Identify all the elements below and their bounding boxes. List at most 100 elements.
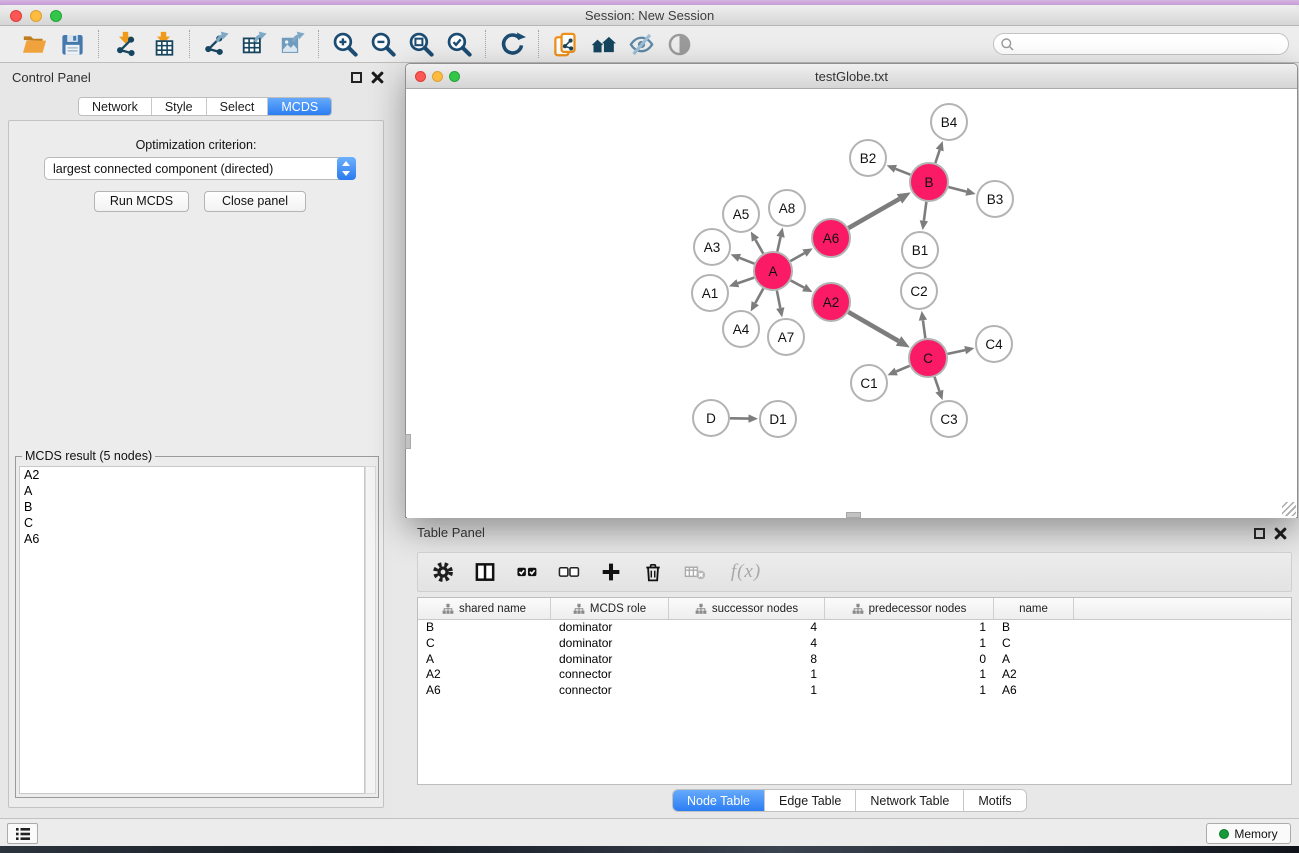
graph-edge-A6-B[interactable] [848,192,910,228]
zoom-fit-button[interactable] [402,28,440,60]
graph-node-D[interactable]: D [693,400,729,436]
export-network-button[interactable] [197,28,235,60]
show-graphics-details-button[interactable] [660,28,698,60]
column-header-name[interactable]: name [994,598,1074,619]
import-table-button[interactable] [144,28,182,60]
deselect-all-columns-button[interactable] [556,559,582,585]
table-cell[interactable]: C [994,636,1074,652]
table-row-A2[interactable]: A2connector11A2 [418,667,1291,683]
graph-node-B[interactable]: B [910,163,948,201]
network-horizontal-scrollbar[interactable] [846,512,861,518]
table-row-B[interactable]: Bdominator41B [418,620,1291,636]
tab-edge-table[interactable]: Edge Table [765,790,856,811]
graph-edge-A-A1[interactable] [729,278,754,288]
graph-node-A7[interactable]: A7 [768,319,804,355]
column-header-predecessor-nodes[interactable]: predecessor nodes [825,598,994,619]
table-cell[interactable]: connector [551,667,669,683]
table-cell[interactable]: connector [551,683,669,699]
memory-button[interactable]: Memory [1206,823,1291,844]
graph-edge-C-C4[interactable] [948,346,975,354]
result-list-item[interactable]: A2 [20,467,364,483]
table-cell[interactable]: A [994,652,1074,668]
graph-node-B1[interactable]: B1 [902,232,938,268]
result-list-item[interactable]: A6 [20,531,364,547]
close-panel-icon[interactable] [371,71,384,84]
copy-network-button[interactable] [546,28,584,60]
open-session-folder-button[interactable] [15,28,53,60]
graph-edge-A-A5[interactable] [751,231,763,253]
graph-node-B3[interactable]: B3 [977,181,1013,217]
table-cell[interactable]: 1 [825,667,994,683]
column-header-MCDS-role[interactable]: MCDS role [551,598,669,619]
graph-node-A[interactable]: A [754,252,792,290]
table-cell[interactable]: 4 [669,620,825,636]
graph-edge-A-A3[interactable] [731,254,755,264]
save-session-button[interactable] [53,28,91,60]
window-resize-grip[interactable] [1282,502,1296,516]
result-list-item[interactable]: A [20,483,364,499]
table-row-A[interactable]: Adominator80A [418,652,1291,668]
graph-node-A1[interactable]: A1 [692,275,728,311]
column-header-successor-nodes[interactable]: successor nodes [669,598,825,619]
result-list-item[interactable]: C [20,515,364,531]
graph-node-C2[interactable]: C2 [901,273,937,309]
task-history-button[interactable] [7,823,38,844]
graph-edge-B-B3[interactable] [948,187,975,196]
show-all-networks-button[interactable] [584,28,622,60]
column-layout-button[interactable] [472,559,498,585]
graph-node-C3[interactable]: C3 [931,401,967,437]
graph-node-A6[interactable]: A6 [812,219,850,257]
table-cell[interactable]: 1 [669,683,825,699]
table-cell[interactable]: 0 [825,652,994,668]
export-image-button[interactable] [273,28,311,60]
hide-graphics-details-button[interactable] [622,28,660,60]
graph-node-B4[interactable]: B4 [931,104,967,140]
select-all-columns-button[interactable] [514,559,540,585]
tab-network[interactable]: Network [79,98,152,115]
zoom-in-button[interactable] [326,28,364,60]
graph-node-C[interactable]: C [909,339,947,377]
graph-node-D1[interactable]: D1 [760,401,796,437]
criterion-dropdown[interactable]: largest connected component (directed) [44,157,356,180]
table-cell[interactable]: 1 [825,620,994,636]
graph-edge-A-A2[interactable] [791,280,813,292]
search-field[interactable] [993,33,1289,55]
graph-edge-B-B1[interactable] [920,202,928,230]
table-cell[interactable]: A6 [418,683,551,699]
table-cell[interactable]: B [994,620,1074,636]
graph-node-C1[interactable]: C1 [851,365,887,401]
tab-motifs[interactable]: Motifs [964,790,1025,811]
table-cell[interactable]: 1 [825,636,994,652]
table-cell[interactable]: C [418,636,551,652]
delete-column-button[interactable] [640,559,666,585]
result-list-scrollbar[interactable] [365,466,376,794]
graph-edge-C-C1[interactable] [887,366,909,376]
table-cell[interactable]: A2 [994,667,1074,683]
graph-edge-B-B2[interactable] [887,165,911,175]
table-cell[interactable]: dominator [551,620,669,636]
network-vertical-scrollbar[interactable] [405,434,411,449]
table-cell[interactable]: dominator [551,636,669,652]
table-cell[interactable]: A [418,652,551,668]
table-settings-gear-button[interactable] [430,559,456,585]
graph-edge-A-A8[interactable] [777,228,785,252]
close-panel-button[interactable]: Close panel [204,191,306,212]
graph-node-A5[interactable]: A5 [723,196,759,232]
network-window-titlebar[interactable]: testGlobe.txt [406,64,1297,89]
table-cell[interactable]: 1 [669,667,825,683]
import-network-button[interactable] [106,28,144,60]
graph-edge-B-B4[interactable] [935,141,943,163]
float-panel-icon[interactable] [351,72,362,83]
graph-edge-A-A6[interactable] [790,248,812,261]
export-table-button[interactable] [235,28,273,60]
table-cell[interactable]: A2 [418,667,551,683]
graph-node-A4[interactable]: A4 [723,311,759,347]
result-list-item[interactable]: B [20,499,364,515]
create-column-button[interactable] [598,559,624,585]
graph-node-B2[interactable]: B2 [850,140,886,176]
tab-node-table[interactable]: Node Table [673,790,765,811]
graph-node-A2[interactable]: A2 [812,283,850,321]
graph-edge-A2-C[interactable] [848,312,909,348]
graph-edge-D-D1[interactable] [730,414,758,422]
search-input[interactable] [1015,37,1275,51]
